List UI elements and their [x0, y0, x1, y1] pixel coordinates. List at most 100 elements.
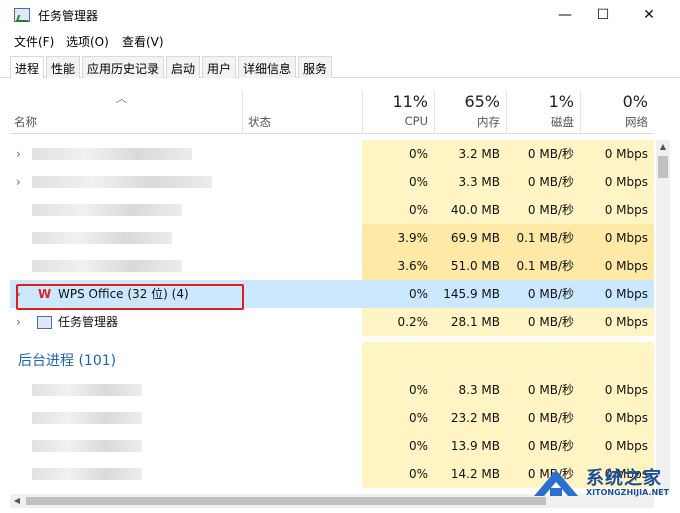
table-row[interactable]: › 0% 3.2 MB 0 MB/秒 0 Mbps [10, 140, 654, 168]
memory-cell: 69.9 MB [434, 224, 506, 252]
network-cell: 0 Mbps [580, 224, 654, 252]
table-row[interactable]: 0% 40.0 MB 0 MB/秒 0 Mbps [10, 196, 654, 224]
maximize-button[interactable]: ☐ [580, 0, 626, 30]
menu-bar: 文件(F) 选项(O) 查看(V) [0, 30, 680, 52]
table-row[interactable]: 0% 23.2 MB 0 MB/秒 0 Mbps [10, 404, 654, 432]
menu-file[interactable]: 文件(F) [14, 33, 54, 50]
network-filler [580, 342, 654, 376]
memory-cell: 8.3 MB [434, 376, 506, 404]
disk-cell: 0 MB/秒 [506, 308, 580, 336]
blurred-process-name [32, 204, 182, 216]
disk-filler [506, 342, 580, 376]
blurred-process-name [32, 260, 182, 272]
scroll-up-icon[interactable]: ▲ [656, 140, 670, 154]
tab-users[interactable]: 用户 [202, 56, 237, 78]
sort-up-icon: ︿ [116, 92, 127, 105]
header-disk[interactable]: 1% 磁盘 [506, 90, 580, 134]
memory-cell: 51.0 MB [434, 252, 506, 280]
process-name: 任务管理器 [58, 315, 119, 329]
tab-details[interactable]: 详细信息 [238, 56, 297, 78]
header-network[interactable]: 0% 网络 [580, 90, 654, 134]
group-header-background[interactable]: 后台进程 (101) [10, 342, 654, 376]
table-row[interactable]: 3.9% 69.9 MB 0.1 MB/秒 0 Mbps [10, 224, 654, 252]
disk-cell: 0 MB/秒 [506, 168, 580, 196]
blurred-process-name [32, 148, 192, 160]
expand-icon[interactable]: › [16, 140, 21, 168]
header-status[interactable]: 状态 [248, 114, 271, 130]
expand-icon[interactable]: › [16, 308, 21, 336]
disk-cell: 0 MB/秒 [506, 196, 580, 224]
watermark: 系统之家 XITONGZHIJIA.NET [530, 462, 676, 506]
memory-cell: 28.1 MB [434, 308, 506, 336]
disk-cell: 0.1 MB/秒 [506, 224, 580, 252]
tab-performance[interactable]: 性能 [46, 56, 81, 78]
cpu-cell: 0.2% [362, 308, 434, 336]
cpu-cell: 0% [362, 168, 434, 196]
memory-cell: 145.9 MB [443, 287, 500, 301]
cpu-cell: 3.9% [362, 224, 434, 252]
tab-services[interactable]: 服务 [298, 56, 333, 78]
table-row[interactable]: › 0% 3.3 MB 0 MB/秒 0 Mbps [10, 168, 654, 196]
network-label: 网络 [625, 115, 648, 129]
table-row[interactable]: 0% 8.3 MB 0 MB/秒 0 Mbps [10, 376, 654, 404]
cpu-cell: 0% [362, 404, 434, 432]
disk-total: 1% [548, 92, 574, 111]
blurred-process-name [32, 384, 142, 396]
memory-cell: 3.2 MB [434, 140, 506, 168]
menu-view[interactable]: 查看(V) [122, 33, 164, 50]
close-button[interactable]: ✕ [626, 0, 672, 30]
tab-startup[interactable]: 启动 [166, 56, 201, 78]
task-manager-icon [14, 8, 30, 22]
cpu-cell: 3.6% [362, 252, 434, 280]
memory-cell: 23.2 MB [434, 404, 506, 432]
network-cell: 0 Mbps [580, 140, 654, 168]
cpu-label: CPU [404, 114, 428, 128]
disk-label: 磁盘 [551, 115, 574, 129]
scroll-thumb[interactable] [658, 156, 668, 178]
header-memory[interactable]: 65% 内存 [434, 90, 506, 134]
cpu-cell: 0% [362, 376, 434, 404]
title-bar: 任务管理器 — ☐ ✕ [0, 0, 680, 30]
table-row-task-manager[interactable]: › 任务管理器 0.2% 28.1 MB 0 MB/秒 0 Mbps [10, 308, 654, 336]
tab-app-history[interactable]: 应用历史记录 [82, 56, 165, 78]
blurred-process-name [32, 232, 172, 244]
vertical-scrollbar[interactable]: ▲ [656, 140, 670, 494]
memory-filler [434, 342, 506, 376]
blurred-process-name [32, 440, 142, 452]
network-cell: 0 Mbps [580, 252, 654, 280]
group-title: 后台进程 (101) [18, 353, 117, 369]
menu-options[interactable]: 选项(O) [66, 33, 109, 50]
blurred-process-name [32, 468, 142, 480]
network-cell: 0 Mbps [580, 196, 654, 224]
network-cell: 0 Mbps [580, 432, 654, 460]
column-header: ︿ 名称 状态 11% CPU 65% 内存 1% 磁盘 0% 网络 [10, 90, 654, 134]
table-row[interactable]: 3.6% 51.0 MB 0.1 MB/秒 0 Mbps [10, 252, 654, 280]
header-name[interactable]: 名称 [14, 114, 37, 130]
scroll-left-icon[interactable]: ◀ [10, 494, 24, 508]
table-row[interactable]: 0% 13.9 MB 0 MB/秒 0 Mbps [10, 432, 654, 460]
expand-icon[interactable]: › [16, 168, 21, 196]
scroll-thumb[interactable] [26, 497, 546, 505]
memory-label: 内存 [477, 115, 500, 129]
cpu-cell: 0% [408, 287, 428, 301]
disk-cell: 0 MB/秒 [527, 287, 574, 301]
cpu-cell: 0% [362, 196, 434, 224]
process-list: › 0% 3.2 MB 0 MB/秒 0 Mbps › 0% 3.3 MB 0 … [10, 140, 654, 490]
disk-cell: 0.1 MB/秒 [506, 252, 580, 280]
watermark-title: 系统之家 [586, 468, 662, 489]
memory-cell: 14.2 MB [434, 460, 506, 488]
network-cell: 0 Mbps [604, 287, 648, 301]
network-cell: 0 Mbps [580, 168, 654, 196]
network-cell: 0 Mbps [580, 404, 654, 432]
annotation-highlight-box [16, 284, 244, 310]
tab-processes[interactable]: 进程 [10, 56, 45, 79]
blurred-process-name [32, 412, 142, 424]
cpu-cell: 0% [362, 460, 434, 488]
header-cpu[interactable]: 11% CPU [362, 90, 434, 134]
disk-cell: 0 MB/秒 [506, 140, 580, 168]
memory-cell: 40.0 MB [434, 196, 506, 224]
memory-cell: 13.9 MB [434, 432, 506, 460]
disk-cell: 0 MB/秒 [506, 432, 580, 460]
cpu-cell: 0% [362, 140, 434, 168]
cpu-filler [362, 342, 434, 376]
